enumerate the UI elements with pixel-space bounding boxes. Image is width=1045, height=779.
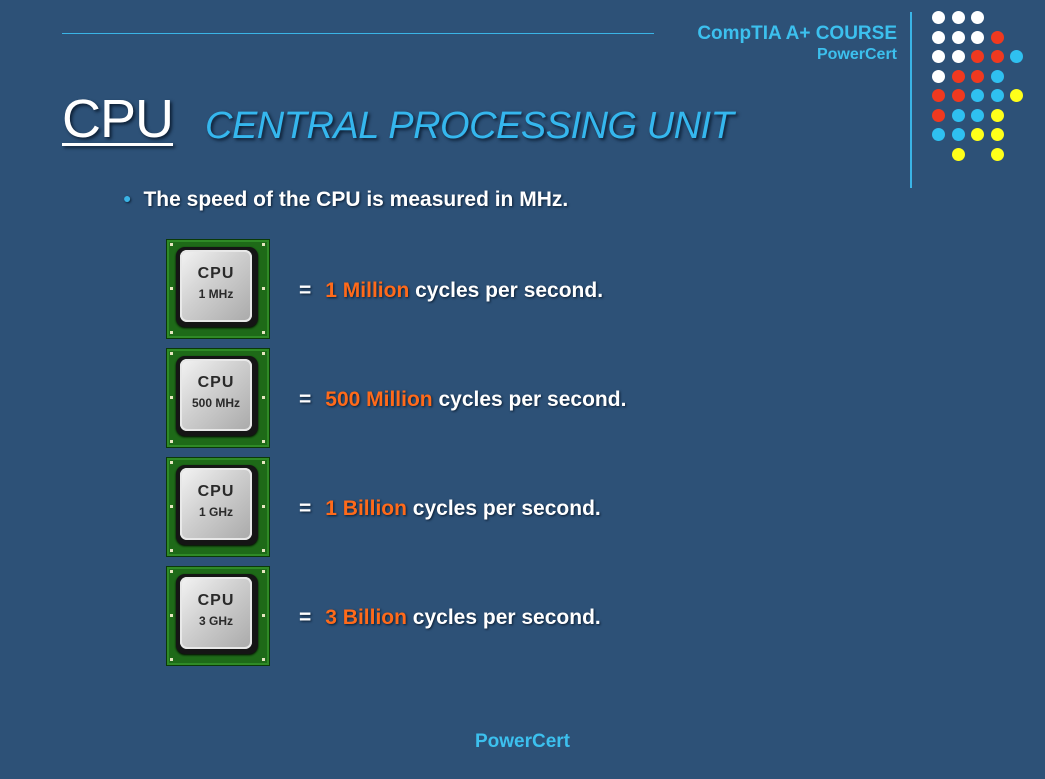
chip-pin xyxy=(170,614,173,617)
speed-description: cycles per second. xyxy=(438,388,627,411)
decor-dot xyxy=(951,11,965,24)
decor-dot xyxy=(990,128,1004,141)
decor-dot xyxy=(932,89,945,102)
speed-description: cycles per second. xyxy=(415,279,604,302)
chip-speed: 3 GHz xyxy=(198,614,233,628)
decor-dot xyxy=(951,30,965,44)
bullet-point: ● The speed of the CPU is measured in MHz… xyxy=(123,188,568,212)
chip-pin xyxy=(170,440,173,443)
course-title: CompTIA A+ COURSE xyxy=(697,23,897,44)
chip-pin xyxy=(262,614,265,617)
chip-pin xyxy=(262,243,265,246)
decor-dot xyxy=(932,108,945,122)
speed-highlight: 500 Million xyxy=(325,388,433,411)
chip-pin xyxy=(170,658,173,661)
decor-dot xyxy=(971,11,984,24)
decor-dot xyxy=(951,147,965,161)
speed-description: cycles per second. xyxy=(412,497,601,520)
header-brand: PowerCert xyxy=(816,46,897,63)
speed-highlight: 3 Billion xyxy=(325,606,407,629)
chip-label: CPU xyxy=(197,374,235,391)
bullet-text: The speed of the CPU is measured in MHz. xyxy=(143,188,569,211)
speed-row: = 1 Million cycles per second. xyxy=(299,279,603,303)
decor-dot xyxy=(932,128,945,141)
cpu-chip-icon: CPU 500 MHz xyxy=(166,348,270,448)
decor-dot xyxy=(932,11,945,24)
decor-dot xyxy=(990,89,1004,102)
decor-dot xyxy=(1010,50,1023,63)
chip-pin xyxy=(170,570,173,573)
bullet-icon: ● xyxy=(123,190,132,206)
chip-pin xyxy=(262,549,265,552)
decor-dot xyxy=(951,50,965,63)
equals-sign: = xyxy=(299,388,312,411)
cpu-chip-icon: CPU 1 MHz xyxy=(166,239,270,339)
chip-pin xyxy=(170,549,173,552)
chip-pin xyxy=(170,352,173,355)
chip-pin xyxy=(262,440,265,443)
chip-pin xyxy=(262,287,265,290)
decor-dot xyxy=(932,69,945,83)
chip-pin xyxy=(262,352,265,355)
decor-dot xyxy=(932,30,945,44)
chip-pin xyxy=(170,243,173,246)
equals-sign: = xyxy=(299,606,312,629)
slide-title: CPU xyxy=(62,89,174,149)
cpu-chip-icon: CPU 3 GHz xyxy=(166,566,270,666)
header-vertical-divider xyxy=(910,12,912,188)
chip-label: CPU xyxy=(197,592,235,609)
decor-dot xyxy=(990,69,1004,83)
chip-speed: 1 MHz xyxy=(198,287,234,301)
decor-dot xyxy=(951,128,965,141)
decor-dot xyxy=(971,69,984,83)
speed-description: cycles per second. xyxy=(412,606,601,629)
speed-highlight: 1 Billion xyxy=(325,497,407,520)
chip-pin xyxy=(170,331,173,334)
equals-sign: = xyxy=(299,279,312,302)
decor-dot xyxy=(971,108,984,122)
decor-dot xyxy=(971,89,984,102)
decor-dot xyxy=(971,30,984,44)
decor-dot xyxy=(951,108,965,122)
chip-pin xyxy=(170,287,173,290)
decor-dot xyxy=(971,128,984,141)
speed-row: = 3 Billion cycles per second. xyxy=(299,606,601,630)
chip-speed: 500 MHz xyxy=(191,396,241,410)
decor-dot xyxy=(990,50,1004,63)
speed-row: = 500 Million cycles per second. xyxy=(299,388,626,412)
decor-dot xyxy=(951,89,965,102)
cpu-chip-icon: CPU 1 GHz xyxy=(166,457,270,557)
decor-dot xyxy=(990,30,1004,44)
decor-dot xyxy=(932,50,945,63)
chip-pin xyxy=(262,461,265,464)
equals-sign: = xyxy=(299,497,312,520)
decor-dot xyxy=(990,147,1004,161)
chip-pin xyxy=(262,331,265,334)
footer-brand: PowerCert xyxy=(474,731,571,752)
chip-label: CPU xyxy=(197,483,235,500)
speed-highlight: 1 Million xyxy=(325,279,410,302)
chip-label: CPU xyxy=(197,265,235,282)
speed-row: = 1 Billion cycles per second. xyxy=(299,497,601,521)
chip-pin xyxy=(170,396,173,399)
chip-pin xyxy=(262,396,265,399)
header-divider-line xyxy=(62,33,654,34)
decor-dot xyxy=(990,108,1004,122)
chip-pin xyxy=(170,505,173,508)
chip-pin xyxy=(262,505,265,508)
decor-dot xyxy=(971,50,984,63)
decor-dot xyxy=(1010,89,1023,102)
slide-subtitle: CENTRAL PROCESSING UNIT xyxy=(205,105,734,147)
decor-dot xyxy=(951,69,965,83)
chip-speed: 1 GHz xyxy=(198,505,233,519)
chip-pin xyxy=(170,461,173,464)
chip-pin xyxy=(262,658,265,661)
chip-pin xyxy=(262,570,265,573)
